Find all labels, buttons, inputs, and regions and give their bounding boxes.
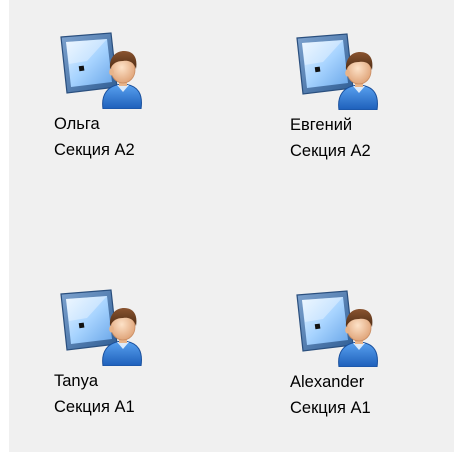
user-tile-olga[interactable]: Ольга Секция А2 xyxy=(54,29,204,159)
user-tile-tanya[interactable]: Tanya Секция А1 xyxy=(54,286,204,416)
user-name: Евгений xyxy=(290,116,353,134)
user-name: Ольга xyxy=(54,115,100,133)
user-computer-icon xyxy=(293,287,379,367)
user-computer-icon xyxy=(57,286,143,366)
user-computer-icon xyxy=(57,29,143,109)
users-panel: Ольга Секция А2 Евгений Секция А2 Tanya … xyxy=(9,0,454,452)
user-name: Tanya xyxy=(54,372,99,390)
user-tile-alexander[interactable]: Alexander Секция А1 xyxy=(290,287,440,417)
user-name: Alexander xyxy=(290,373,365,391)
user-section: Секция А1 xyxy=(290,399,371,417)
user-section: Секция А2 xyxy=(290,142,371,160)
user-section: Секция А1 xyxy=(54,398,135,416)
user-section: Секция А2 xyxy=(54,141,135,159)
user-computer-icon xyxy=(293,30,379,110)
user-tile-evgeniy[interactable]: Евгений Секция А2 xyxy=(290,30,440,160)
